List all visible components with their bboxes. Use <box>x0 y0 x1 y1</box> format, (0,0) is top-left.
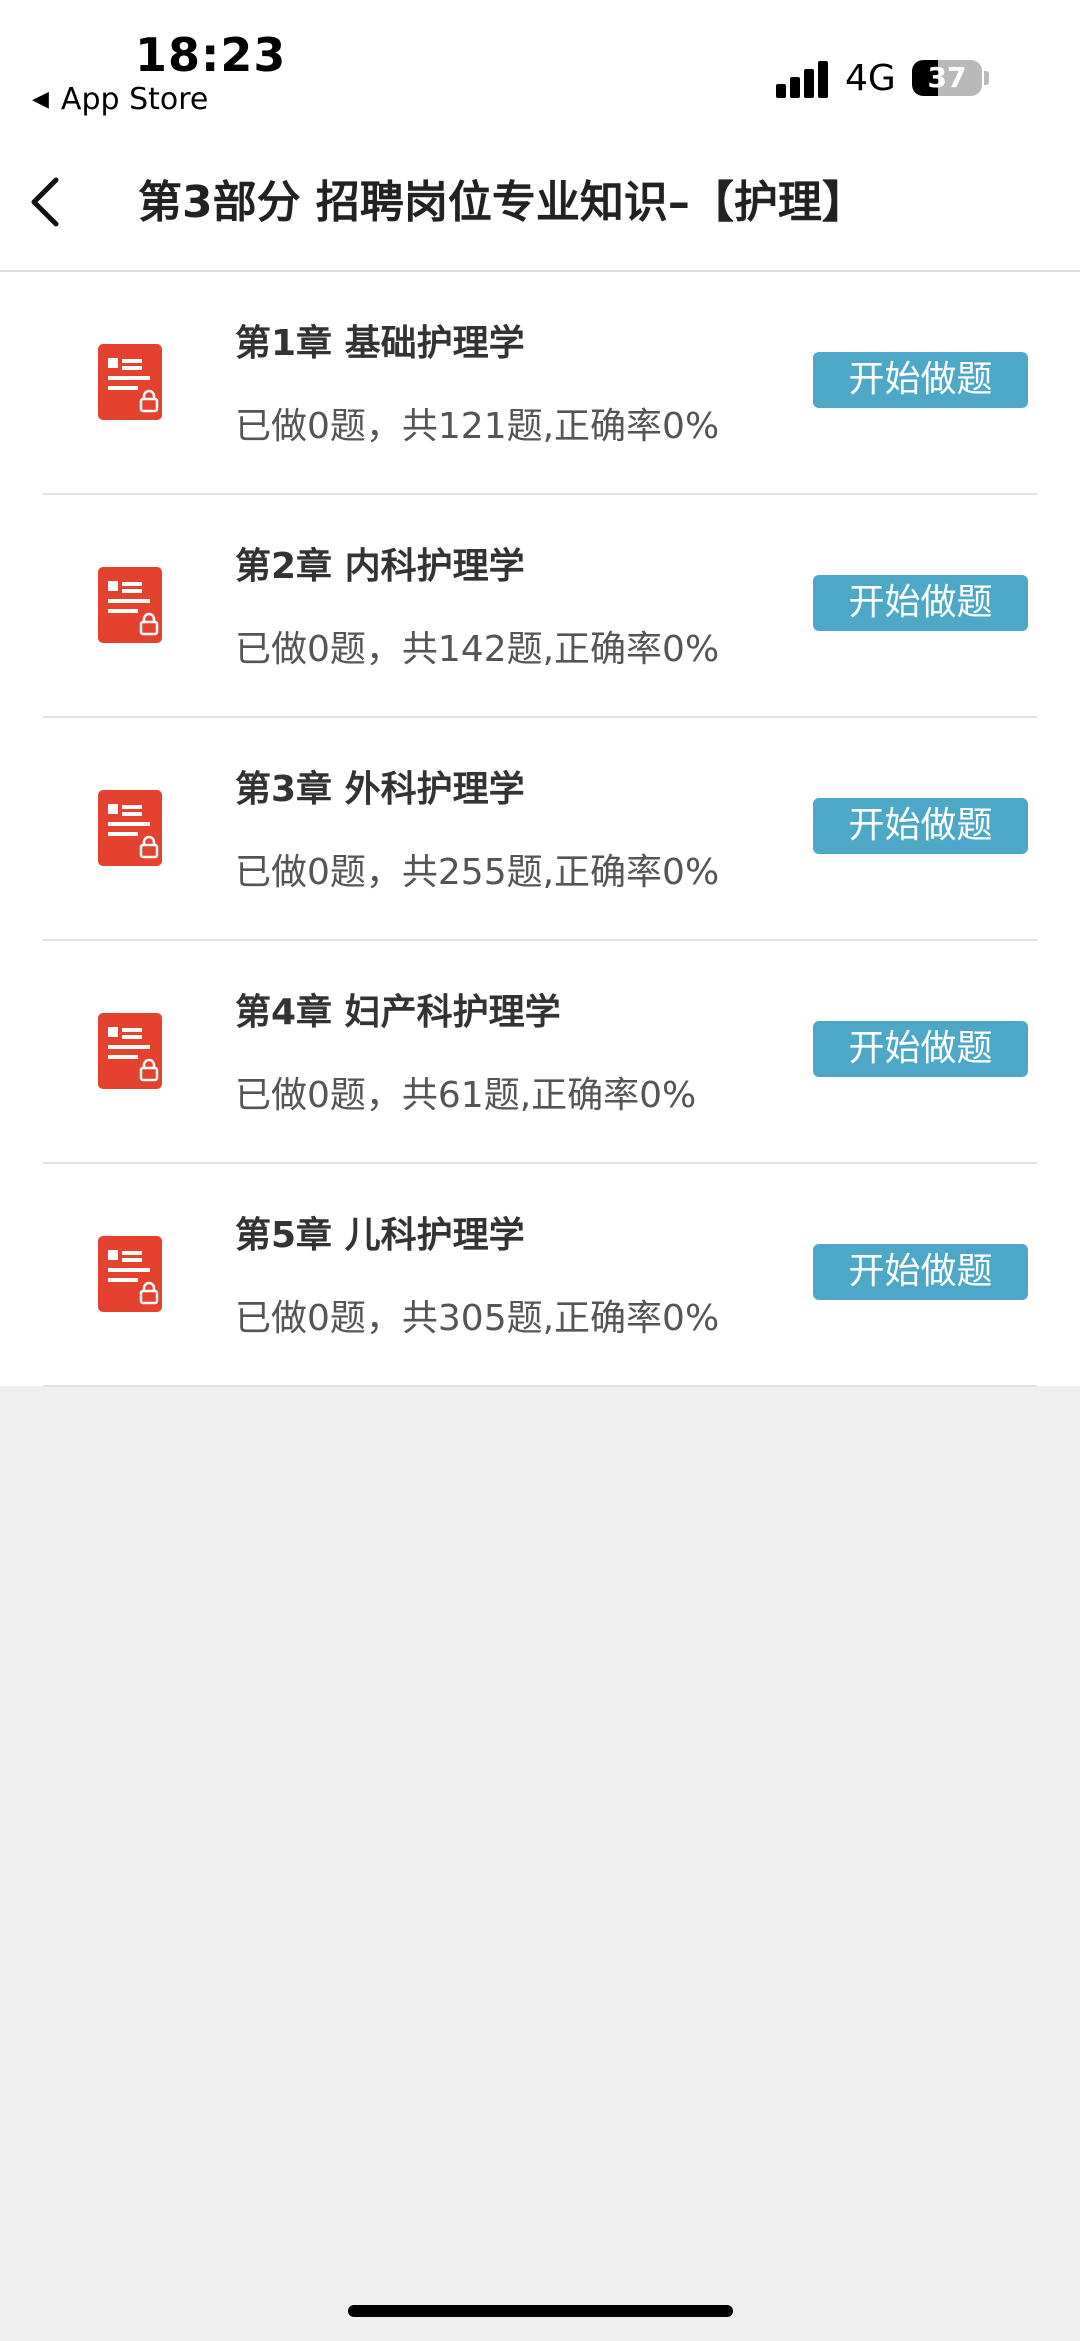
start-quiz-button[interactable]: 开始做题 <box>813 352 1028 408</box>
navigation-bar: 第3部分 招聘岗位专业知识–【护理】 <box>0 130 1080 272</box>
chapter-list: 第1章 基础护理学 已做0题，共121题,正确率0% 开始做题 第2章 内科护理… <box>0 272 1080 1387</box>
list-item[interactable]: 第1章 基础护理学 已做0题，共121题,正确率0% 开始做题 <box>0 272 1080 495</box>
back-button[interactable] <box>20 170 80 230</box>
chapter-stats: 已做0题，共255题,正确率0% <box>235 852 720 893</box>
chapter-title: 第5章 儿科护理学 <box>235 1215 525 1256</box>
locked-document-icon <box>98 790 162 866</box>
page-title: 第3部分 招聘岗位专业知识–【护理】 <box>138 177 866 228</box>
back-app-label: App Store <box>60 82 209 117</box>
list-item[interactable]: 第2章 内科护理学 已做0题，共142题,正确率0% 开始做题 <box>0 495 1080 718</box>
start-quiz-button[interactable]: 开始做题 <box>813 1244 1028 1300</box>
chapter-title: 第3章 外科护理学 <box>235 769 525 810</box>
network-type: 4G <box>845 58 896 99</box>
chapter-stats: 已做0题，共61题,正确率0% <box>235 1075 697 1116</box>
list-item[interactable]: 第5章 儿科护理学 已做0题，共305题,正确率0% 开始做题 <box>0 1164 1080 1387</box>
back-to-app-link[interactable]: ◀ App Store <box>32 82 208 117</box>
list-item[interactable]: 第4章 妇产科护理学 已做0题，共61题,正确率0% 开始做题 <box>0 941 1080 1164</box>
back-triangle-icon: ◀ <box>32 87 49 112</box>
locked-document-icon <box>98 1236 162 1312</box>
chapter-stats: 已做0题，共142题,正确率0% <box>235 629 720 670</box>
locked-document-icon <box>98 567 162 643</box>
battery-percent: 37 <box>927 61 967 94</box>
battery-icon: 37 <box>912 60 982 96</box>
status-bar: 18:23 ◀ App Store 4G 37 <box>0 0 1080 130</box>
chapter-stats: 已做0题，共121题,正确率0% <box>235 406 720 447</box>
battery-cap <box>984 71 989 85</box>
locked-document-icon <box>98 344 162 420</box>
cellular-signal-icon <box>776 60 830 98</box>
home-indicator[interactable] <box>348 2305 733 2317</box>
chapter-stats: 已做0题，共305题,正确率0% <box>235 1298 720 1339</box>
locked-document-icon <box>98 1013 162 1089</box>
start-quiz-button[interactable]: 开始做题 <box>813 575 1028 631</box>
list-item[interactable]: 第3章 外科护理学 已做0题，共255题,正确率0% 开始做题 <box>0 718 1080 941</box>
chapter-title: 第4章 妇产科护理学 <box>235 992 561 1033</box>
chapter-title: 第1章 基础护理学 <box>235 323 525 364</box>
start-quiz-button[interactable]: 开始做题 <box>813 1021 1028 1077</box>
chapter-title: 第2章 内科护理学 <box>235 546 525 587</box>
chevron-left-icon <box>31 177 59 227</box>
start-quiz-button[interactable]: 开始做题 <box>813 798 1028 854</box>
status-time: 18:23 <box>135 28 287 82</box>
